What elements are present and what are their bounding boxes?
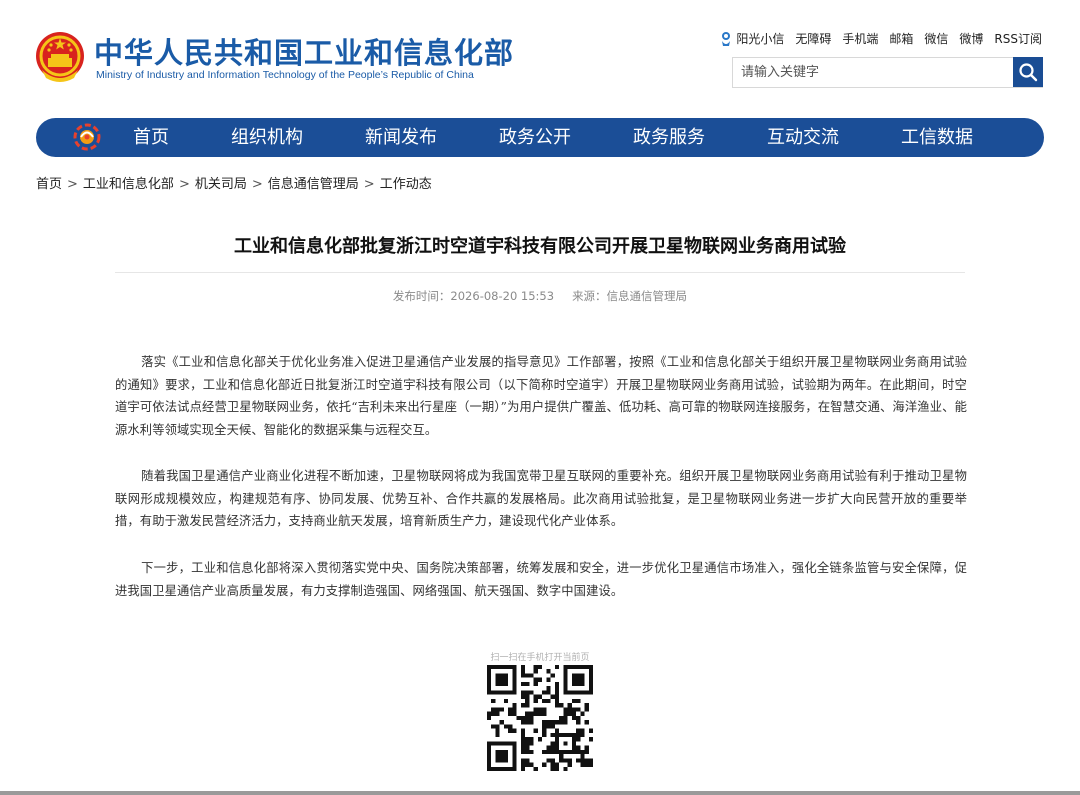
nav-items: 首页 组织机构 新闻发布 政务公开 政务服务 互动交流 工信数据 <box>36 118 1044 157</box>
breadcrumb-bureau[interactable]: 信息通信管理局 <box>268 177 359 192</box>
search-button[interactable] <box>1013 57 1043 87</box>
search-box <box>732 57 1043 88</box>
bottom-edge <box>0 791 1080 795</box>
nav-item-organization[interactable]: 组织机构 <box>212 118 322 157</box>
nav-item-home[interactable]: 首页 <box>96 118 206 157</box>
breadcrumb-home[interactable]: 首页 <box>36 177 62 192</box>
breadcrumb: 首页 > 工业和信息化部 > 机关司局 > 信息通信管理局 > 工作动态 <box>36 173 432 192</box>
toplink-sunshine[interactable]: 阳光小信 <box>719 30 784 47</box>
site-header: 中华人民共和国工业和信息化部 Ministry of Industry and … <box>0 0 1080 110</box>
site-title-english: Ministry of Industry and Information Tec… <box>96 69 474 81</box>
qr-code <box>487 665 593 771</box>
toplink-wechat[interactable]: 微信 <box>924 30 948 47</box>
source-label: 来源： <box>572 289 607 303</box>
nav-item-services[interactable]: 政务服务 <box>614 118 724 157</box>
breadcrumb-separator: > <box>251 177 263 192</box>
nav-item-interaction[interactable]: 互动交流 <box>748 118 858 157</box>
article-paragraph: 落实《工业和信息化部关于优化业务准入促进卫星通信产业发展的指导意见》工作部署，按… <box>115 351 967 441</box>
article-title: 工业和信息化部批复浙江时空道宇科技有限公司开展卫星物联网业务商用试验 <box>234 236 846 257</box>
sun-mascot-icon <box>722 31 731 46</box>
breadcrumb-work-news[interactable]: 工作动态 <box>380 177 432 192</box>
publish-date: 2026-08-20 15:53 <box>450 289 555 303</box>
search-icon <box>1019 63 1038 82</box>
qr-caption: 扫一扫在手机打开当前页 <box>490 653 590 663</box>
breadcrumb-separator: > <box>178 177 190 192</box>
toplink-accessibility[interactable]: 无障碍 <box>795 30 831 47</box>
top-links: 阳光小信 无障碍 手机端 邮箱 微信 微博 RSS订阅 <box>719 30 1042 47</box>
nav-item-data[interactable]: 工信数据 <box>882 118 992 157</box>
article-paragraph: 下一步，工业和信息化部将深入贯彻落实党中央、国务院决策部署，统筹发展和安全，进一… <box>115 557 967 602</box>
article-meta: 发布时间：2026-08-20 15:53 来源：信息通信管理局 <box>0 288 1080 304</box>
paragraph-text: 下一步，工业和信息化部将深入贯彻落实党中央、国务院决策部署，统筹发展和安全，进一… <box>115 561 967 598</box>
article-paragraph: 随着我国卫星通信产业商业化进程不断加速，卫星物联网将成为我国宽带卫星互联网的重要… <box>115 465 967 533</box>
paragraph-text: 落实《工业和信息化部关于优化业务准入促进卫星通信产业发展的指导意见》工作部署，按… <box>115 355 967 437</box>
national-emblem-icon[interactable] <box>34 30 86 84</box>
toplink-mobile[interactable]: 手机端 <box>842 30 878 47</box>
publish-date-label: 发布时间： <box>392 289 451 303</box>
source-value: 信息通信管理局 <box>606 289 688 303</box>
title-divider <box>115 272 965 273</box>
nav-item-public-affairs[interactable]: 政务公开 <box>480 118 590 157</box>
toplink-rss[interactable]: RSS订阅 <box>994 30 1042 47</box>
toplink-weibo[interactable]: 微博 <box>959 30 983 47</box>
toplink-label[interactable]: 阳光小信 <box>736 30 784 47</box>
nav-item-news[interactable]: 新闻发布 <box>346 118 456 157</box>
breadcrumb-miit[interactable]: 工业和信息化部 <box>83 177 174 192</box>
search-input[interactable] <box>733 58 1013 87</box>
breadcrumb-separator: > <box>67 177 78 192</box>
site-title[interactable]: 中华人民共和国工业和信息化部 <box>94 30 514 72</box>
breadcrumb-departments[interactable]: 机关司局 <box>195 177 247 192</box>
main-nav: 首页 组织机构 新闻发布 政务公开 政务服务 互动交流 工信数据 <box>36 118 1044 157</box>
toplink-email[interactable]: 邮箱 <box>889 30 913 47</box>
breadcrumb-separator: > <box>363 177 375 192</box>
paragraph-text: 随着我国卫星通信产业商业化进程不断加速，卫星物联网将成为我国宽带卫星互联网的重要… <box>115 469 967 528</box>
